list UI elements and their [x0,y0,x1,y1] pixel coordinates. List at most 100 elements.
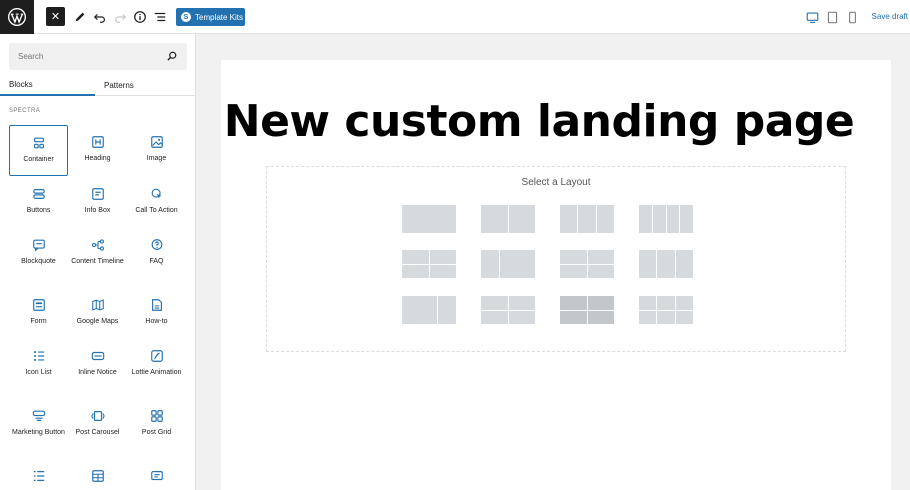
block-container[interactable]: Container [9,125,68,176]
block-item-18[interactable] [9,459,68,490]
block-label: Inline Notice [78,369,117,376]
block-how-to[interactable]: How-to [127,288,186,339]
block-label: Icon List [25,369,52,376]
layout-option[interactable] [560,296,614,324]
block-label: Google Maps [76,318,119,325]
layout-option[interactable] [560,250,614,278]
block-label: How-to [145,318,168,325]
info-box-icon [91,188,104,200]
undo-icon [93,13,105,23]
faq-icon [151,239,162,250]
table-icon [91,470,104,482]
editor-canvas: New custom landing page Select a Layout [221,60,891,490]
block-marketing-button[interactable]: Marketing Button [9,399,68,450]
layout-option[interactable] [560,205,614,233]
mobile-preview-button[interactable] [844,9,860,25]
tools-button[interactable] [70,7,90,27]
block-post-grid[interactable]: Post Grid [127,399,186,450]
block-image[interactable]: Image [127,125,186,176]
container-icon [33,137,44,149]
block-search [9,43,187,70]
layout-option[interactable] [639,296,693,324]
post-grid-icon [150,410,163,422]
template-kits-button[interactable]: S Template Kits [176,8,245,26]
block-inserter-sidebar: Blocks Patterns SPECTRA Container Heading… [0,34,196,490]
pencil-icon [75,12,85,22]
desktop-preview-button[interactable] [804,9,820,25]
block-label: Post Carousel [75,429,120,436]
undo-button[interactable] [90,7,110,27]
block-item-19[interactable] [68,459,127,490]
block-label: FAQ [149,258,164,265]
search-icon [167,51,177,61]
block-label: Heading [84,155,111,162]
block-item-20[interactable] [127,459,186,490]
icon-list-icon [33,351,44,361]
block-icon-list[interactable]: Icon List [9,339,68,390]
wordpress-logo-icon[interactable] [0,0,34,34]
google-maps-icon [91,299,104,311]
marketing-button-icon [32,410,45,421]
layout-option[interactable] [402,205,456,233]
redo-icon [115,13,127,23]
list-view-button[interactable] [150,7,170,27]
template-kits-label: Template Kits [195,12,244,22]
spectra-logo-icon: S [181,12,191,22]
heading-icon [91,136,104,148]
search-input[interactable] [9,43,159,70]
info-icon [134,11,146,23]
tablet-preview-button[interactable] [824,9,840,25]
category-heading: SPECTRA [9,108,41,114]
layout-option[interactable] [481,250,535,278]
block-call-to-action[interactable]: Call To Action [127,177,186,228]
post-carousel-icon [90,411,105,421]
list-icon [33,471,44,481]
block-lottie-animation[interactable]: Lottie Animation [127,339,186,390]
block-label: Image [146,155,167,162]
block-inline-notice[interactable]: Inline Notice [68,339,127,390]
layout-option[interactable] [639,250,693,278]
layout-option[interactable] [481,296,535,324]
block-faq[interactable]: FAQ [127,228,186,279]
tab-patterns[interactable]: Patterns [104,74,134,96]
block-buttons[interactable]: Buttons [9,177,68,228]
block-post-carousel[interactable]: Post Carousel [68,399,127,450]
block-blockquote[interactable]: Blockquote [9,228,68,279]
desktop-icon [806,11,818,23]
block-form[interactable]: Form [9,288,68,339]
mobile-icon [848,11,856,23]
image-icon [150,136,163,148]
list-view-icon [154,12,166,22]
block-label: Lottie Animation [131,369,182,376]
block-content-timeline[interactable]: Content Timeline [68,228,127,279]
tab-blocks[interactable]: Blocks [0,74,95,96]
close-icon: ✕ [50,11,61,23]
block-google-maps[interactable]: Google Maps [68,288,127,339]
layout-option[interactable] [481,205,535,233]
redo-button[interactable] [110,7,130,27]
block-label: Marketing Button [12,429,65,436]
close-inserter-button[interactable]: ✕ [46,7,65,26]
layout-option[interactable] [639,205,693,233]
lottie-animation-icon [150,350,163,362]
save-draft-button[interactable]: Save draft [872,12,908,21]
block-label: Buttons [26,207,51,214]
content-timeline-icon [91,239,104,251]
inline-notice-icon [91,351,104,361]
buttons-icon [32,189,45,199]
page-title[interactable]: New custom landing page [221,96,857,147]
block-label: Info Box [84,207,111,214]
layout-option[interactable] [402,296,456,324]
block-label: Container [23,156,54,163]
block-info-box[interactable]: Info Box [68,177,127,228]
block-label: Call To Action [135,207,178,214]
call-to-action-icon [151,188,161,199]
blockquote-icon [32,239,45,252]
block-heading[interactable]: Heading [68,125,127,176]
block-label: Content Timeline [71,258,124,265]
inserter-tabs: Blocks Patterns [0,74,195,96]
layout-selector: Select a Layout [266,166,846,352]
how-to-icon [151,299,162,311]
layout-option[interactable] [402,250,456,278]
details-button[interactable] [130,7,150,27]
